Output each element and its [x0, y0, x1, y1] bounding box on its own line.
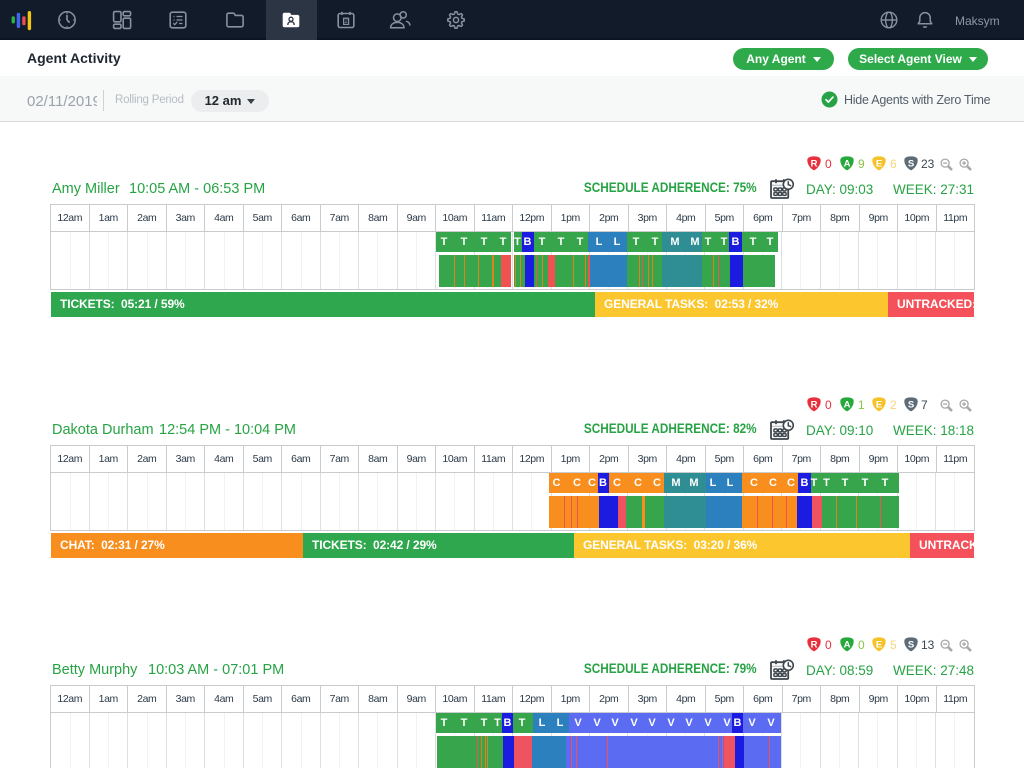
svg-text:S: S — [908, 158, 914, 169]
svg-text:R: R — [811, 399, 818, 410]
svg-text:R: R — [811, 158, 818, 169]
svg-text:A: A — [844, 399, 851, 410]
svg-text:A: A — [844, 639, 851, 650]
svg-text:R: R — [811, 639, 818, 650]
svg-text:E: E — [876, 158, 882, 169]
svg-text:E: E — [876, 399, 882, 410]
svg-text:A: A — [844, 158, 851, 169]
svg-text:2: 2 — [344, 18, 348, 25]
svg-text:E: E — [876, 639, 882, 650]
svg-text:S: S — [908, 399, 914, 410]
svg-text:S: S — [908, 639, 914, 650]
